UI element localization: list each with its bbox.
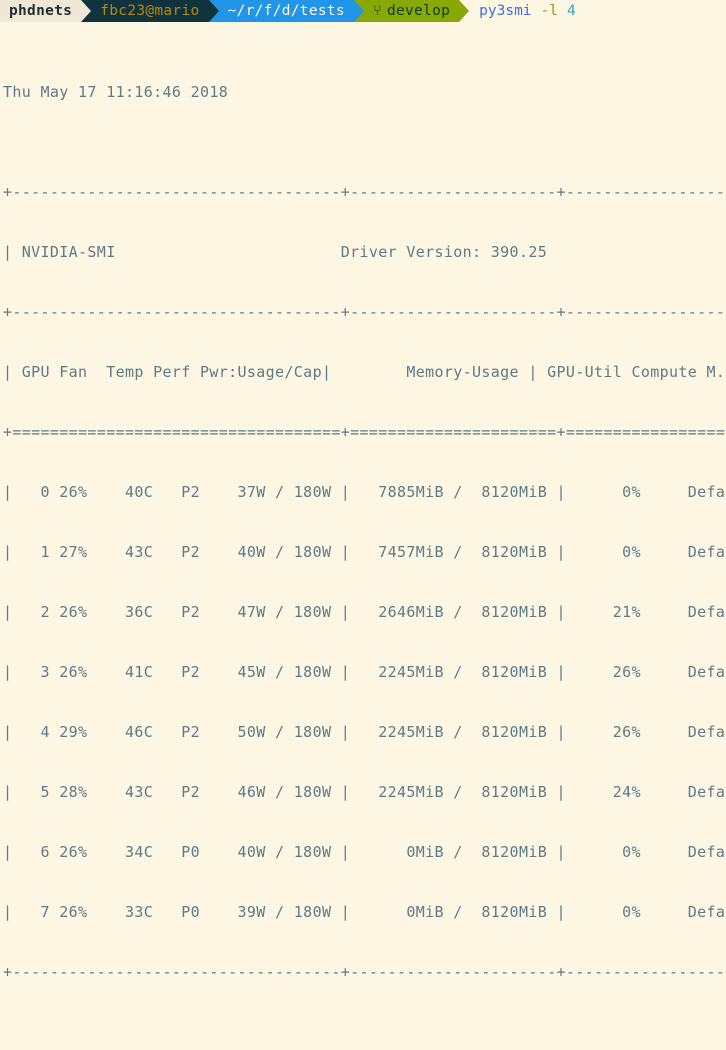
table-row: | 5 28% 43C P2 46W / 180W | 2245MiB / 81… bbox=[3, 783, 726, 801]
prompt-separator-icon-1 bbox=[81, 0, 92, 22]
git-branch-icon: ⑂ bbox=[372, 3, 382, 19]
command-argument: 4 bbox=[567, 3, 576, 19]
prompt-segment-user: fbc23@mario bbox=[91, 0, 209, 22]
smi-rule-bottom: +-----------------------------------+---… bbox=[3, 963, 726, 981]
table-row: | 0 26% 40C P2 37W / 180W | 7885MiB / 81… bbox=[3, 483, 726, 501]
table-row: | 7 26% 33C P0 39W / 180W | 0MiB / 8120M… bbox=[3, 903, 726, 921]
smi-rule-mid: +-----------------------------------+---… bbox=[3, 303, 726, 321]
output-timestamp: Thu May 17 11:16:46 2018 bbox=[3, 83, 229, 101]
table-row: | 4 29% 46C P2 50W / 180W | 2245MiB / 81… bbox=[3, 723, 726, 741]
prompt-user-label: fbc23@mario bbox=[100, 3, 200, 19]
prompt-host-label: phdnets bbox=[9, 3, 73, 19]
prompt-separator-icon-3 bbox=[353, 0, 364, 22]
prompt-separator-icon-2 bbox=[208, 0, 219, 22]
smi-title-row: | NVIDIA-SMI Driver Version: 390.25 | bbox=[3, 243, 726, 261]
shell-command[interactable]: py3smi -l 4 bbox=[469, 0, 576, 22]
command-output: Thu May 17 11:16:46 2018 +--------------… bbox=[0, 22, 726, 1050]
shell-prompt-line: phdnets fbc23@mario ~/r/f/d/tests ⑂ devel… bbox=[0, 0, 726, 22]
prompt-path-label: ~/r/f/d/tests bbox=[227, 3, 345, 19]
smi-column-header-row: | GPU Fan Temp Perf Pwr:Usage/Cap| Memor… bbox=[3, 363, 726, 381]
table-row: | 1 27% 43C P2 40W / 180W | 7457MiB / 81… bbox=[3, 543, 726, 561]
prompt-segment-path: ~/r/f/d/tests bbox=[218, 0, 354, 22]
smi-rule-header: +===================================+===… bbox=[3, 423, 726, 441]
table-row: | 6 26% 34C P0 40W / 180W | 0MiB / 8120M… bbox=[3, 843, 726, 861]
command-flag: -l bbox=[540, 3, 559, 19]
table-row: | 3 26% 41C P2 45W / 180W | 2245MiB / 81… bbox=[3, 663, 726, 681]
table-row: | 2 26% 36C P2 47W / 180W | 2646MiB / 81… bbox=[3, 603, 726, 621]
prompt-branch-label: develop bbox=[386, 3, 451, 19]
command-name: py3smi bbox=[479, 3, 532, 19]
prompt-segment-host: phdnets bbox=[0, 0, 82, 22]
output-blank-line bbox=[3, 1042, 726, 1050]
smi-rule-top: +-----------------------------------+---… bbox=[3, 183, 726, 201]
terminal-window[interactable]: phdnets fbc23@mario ~/r/f/d/tests ⑂ devel… bbox=[0, 0, 726, 981]
prompt-separator-icon-4 bbox=[459, 0, 470, 22]
prompt-segment-branch: ⑂ develop bbox=[363, 0, 460, 22]
